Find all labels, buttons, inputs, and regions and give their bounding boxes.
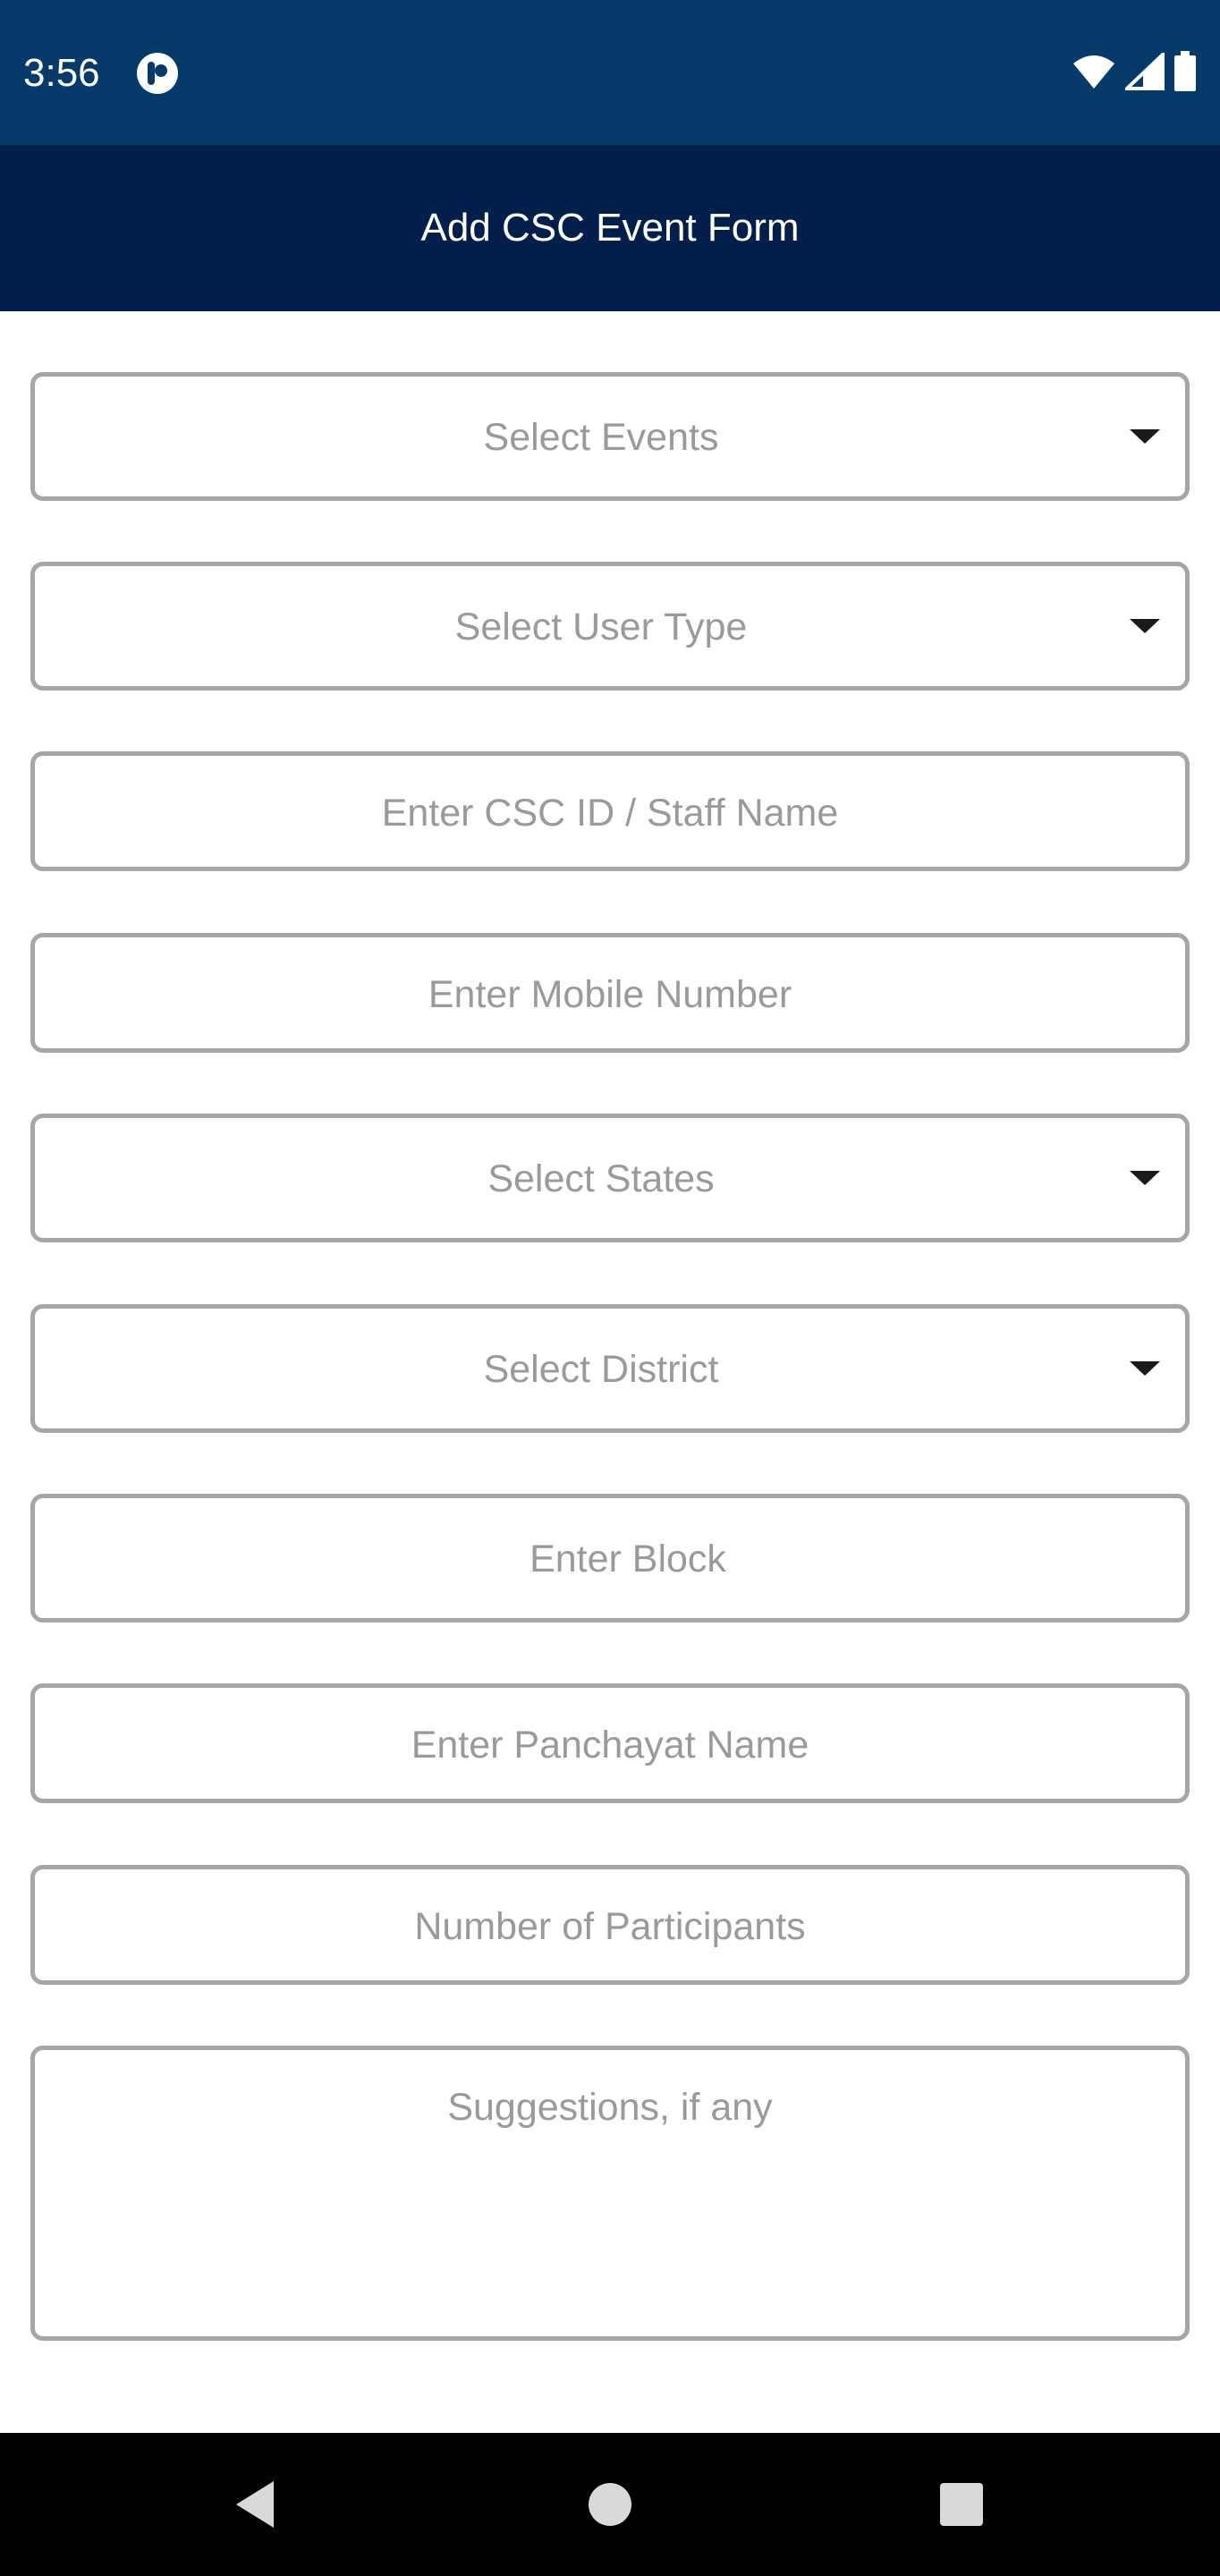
dropdown-arrow-icon [1130, 1361, 1160, 1376]
block-placeholder: Enter Block [530, 1538, 726, 1580]
select-user-type-dropdown[interactable]: Select User Type [30, 562, 1190, 691]
block-input[interactable]: Enter Block [30, 1494, 1190, 1623]
back-icon[interactable] [206, 2433, 304, 2576]
csc-id-staff-name-input[interactable]: Enter CSC ID / Staff Name [30, 751, 1190, 871]
battery-icon [1173, 50, 1197, 97]
wifi-icon [1072, 53, 1116, 95]
home-icon[interactable] [561, 2433, 659, 2576]
select-states-placeholder: Select States [487, 1157, 715, 1200]
panchayat-name-placeholder: Enter Panchayat Name [411, 1724, 809, 1767]
suggestions-placeholder: Suggestions, if any [447, 2086, 773, 2129]
select-district-dropdown[interactable]: Select District [30, 1304, 1190, 1433]
suggestions-textarea[interactable]: Suggestions, if any [30, 2046, 1190, 2341]
select-states-dropdown[interactable]: Select States [30, 1114, 1190, 1242]
status-bar: 3:56 [0, 0, 1220, 145]
status-time: 3:56 [23, 51, 100, 95]
pocket-app-icon [136, 52, 179, 95]
cell-signal-icon [1122, 49, 1165, 95]
dropdown-arrow-icon [1130, 429, 1160, 444]
dropdown-arrow-icon [1130, 1171, 1160, 1185]
select-district-placeholder: Select District [483, 1348, 719, 1391]
select-events-dropdown[interactable]: Select Events [30, 372, 1190, 501]
status-icons [1072, 49, 1197, 97]
recents-icon[interactable] [912, 2433, 1011, 2576]
mobile-number-input[interactable]: Enter Mobile Number [30, 933, 1190, 1053]
select-events-placeholder: Select Events [483, 416, 719, 459]
number-of-participants-input[interactable]: Number of Participants [30, 1865, 1190, 1985]
page-title: Add CSC Event Form [420, 206, 800, 250]
panchayat-name-input[interactable]: Enter Panchayat Name [30, 1683, 1190, 1803]
app-bar: Add CSC Event Form [0, 145, 1220, 311]
mobile-number-placeholder: Enter Mobile Number [428, 973, 792, 1016]
number-of-participants-placeholder: Number of Participants [414, 1905, 806, 1948]
select-user-type-placeholder: Select User Type [454, 606, 748, 648]
navigation-bar [0, 2433, 1220, 2576]
csc-id-staff-name-placeholder: Enter CSC ID / Staff Name [381, 792, 839, 835]
dropdown-arrow-icon [1130, 619, 1160, 633]
